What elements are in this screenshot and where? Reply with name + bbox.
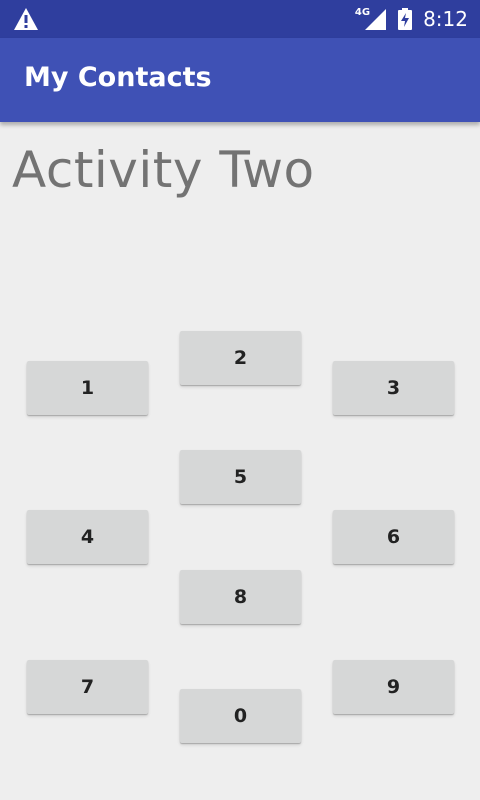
key-3-button[interactable]: 3 (333, 361, 454, 415)
warning-icon (14, 8, 38, 30)
key-6-button[interactable]: 6 (333, 510, 454, 564)
app-bar: My Contacts (0, 38, 480, 122)
key-9-button[interactable]: 9 (333, 660, 454, 714)
key-1-button[interactable]: 1 (27, 361, 148, 415)
status-time: 8:12 (423, 7, 468, 31)
status-bar: 4G 8:12 (0, 0, 480, 38)
key-4-button[interactable]: 4 (27, 510, 148, 564)
battery-charging-icon (398, 8, 413, 30)
key-7-button[interactable]: 7 (27, 660, 148, 714)
status-indicators: 4G 8:12 (355, 0, 468, 38)
key-2-button[interactable]: 2 (180, 331, 301, 385)
signal-icon (365, 9, 387, 30)
key-5-button[interactable]: 5 (180, 450, 301, 504)
key-8-button[interactable]: 8 (180, 570, 301, 624)
page-heading: Activity Two (12, 141, 315, 199)
key-0-button[interactable]: 0 (180, 689, 301, 743)
app-title: My Contacts (24, 62, 212, 93)
